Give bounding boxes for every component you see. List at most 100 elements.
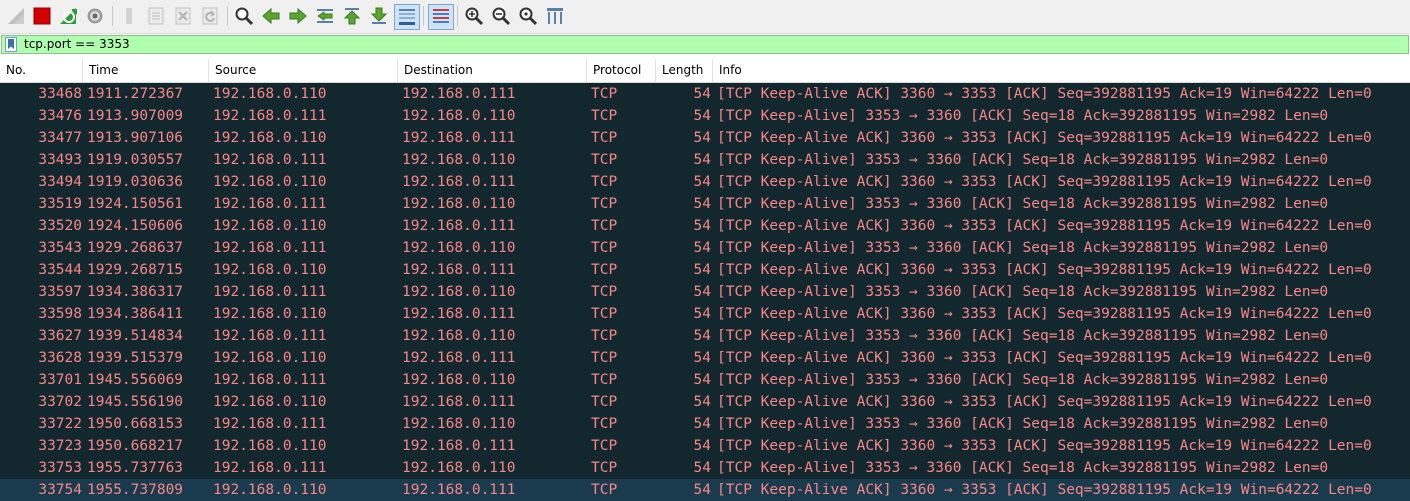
packet-time: 1945.556190 [87,394,184,410]
last-packet-icon[interactable] [369,6,389,26]
packet-info: [TCP Keep-Alive] 3353 → 3360 [ACK] Seq=1… [717,240,1329,256]
packet-row[interactable]: 33753 1955.737763 192.168.0.111 192.168.0.1… [0,457,1410,479]
packet-source: 192.168.0.111 [213,328,327,344]
packet-row[interactable]: 33544 1929.268715 192.168.0.110 192.168.0.1… [0,259,1410,281]
resize-columns-icon[interactable] [545,6,565,26]
normal-size-icon[interactable] [518,6,538,26]
packet-info: [TCP Keep-Alive ACK] 3360 → 3353 [ACK] S… [717,438,1372,454]
packet-protocol: TCP [591,328,618,344]
packet-protocol: TCP [591,174,618,190]
column-header-no[interactable]: No. [0,59,83,82]
packet-number: 33628 [38,350,82,366]
packet-protocol: TCP [591,416,618,432]
packet-row[interactable]: 33627 1939.514834 192.168.0.111 192.168.0.1… [0,325,1410,347]
packet-info: [TCP Keep-Alive] 3353 → 3360 [ACK] Seq=1… [717,416,1329,432]
packet-destination: 192.168.0.111 [402,130,516,146]
reload-file-icon[interactable] [200,6,220,26]
display-filter-input[interactable]: tcp.port == 3353 [1,35,1409,54]
column-header-source[interactable]: Source [209,59,398,82]
packet-row[interactable]: 33702 1945.556190 192.168.0.110 192.168.0.1… [0,391,1410,413]
packet-row[interactable]: 33754 1955.737809 192.168.0.110 192.168.0.1… [0,479,1410,501]
packet-destination: 192.168.0.110 [402,328,516,344]
packet-length: 54 [693,372,711,388]
packet-protocol: TCP [591,350,618,366]
packet-info: [TCP Keep-Alive ACK] 3360 → 3353 [ACK] S… [717,262,1372,278]
packet-row[interactable]: 33597 1934.386317 192.168.0.111 192.168.0.1… [0,281,1410,303]
packet-row[interactable]: 33543 1929.268637 192.168.0.111 192.168.0.1… [0,237,1410,259]
packet-time: 1924.150561 [87,196,184,212]
packet-protocol: TCP [591,262,618,278]
go-back-icon[interactable] [261,6,281,26]
packet-length: 54 [693,416,711,432]
packet-source: 192.168.0.111 [213,460,327,476]
packet-row[interactable]: 33519 1924.150561 192.168.0.111 192.168.0.1… [0,193,1410,215]
packet-protocol: TCP [591,240,618,256]
packet-number: 33754 [38,482,82,498]
packet-row[interactable]: 33477 1913.907106 192.168.0.110 192.168.0.1… [0,127,1410,149]
toolbar-separator [112,6,113,26]
packet-info: [TCP Keep-Alive ACK] 3360 → 3353 [ACK] S… [717,394,1372,410]
auto-scroll-icon[interactable] [394,4,420,30]
packet-protocol: TCP [591,284,618,300]
packet-row[interactable]: 33598 1934.386411 192.168.0.110 192.168.0.1… [0,303,1410,325]
stop-capture-icon[interactable] [32,6,52,26]
packet-row[interactable]: 33494 1919.030636 192.168.0.110 192.168.0.1… [0,171,1410,193]
packet-length: 54 [693,350,711,366]
packet-destination: 192.168.0.110 [402,108,516,124]
save-file-icon[interactable] [146,6,166,26]
display-filter-bar: tcp.port == 3353 [0,34,1410,55]
column-header-time[interactable]: Time [83,59,209,82]
packet-info: [TCP Keep-Alive] 3353 → 3360 [ACK] Seq=1… [717,372,1329,388]
packet-number: 33753 [38,460,82,476]
packet-info: [TCP Keep-Alive] 3353 → 3360 [ACK] Seq=1… [717,196,1329,212]
packet-row[interactable]: 33468 1911.272367 192.168.0.110 192.168.0.1… [0,83,1410,105]
packet-protocol: TCP [591,152,618,168]
packet-length: 54 [693,306,711,322]
column-header-destination[interactable]: Destination [398,59,587,82]
packet-list[interactable]: 33468 1911.272367 192.168.0.110 192.168.0.1… [0,83,1410,501]
packet-number: 33597 [38,284,82,300]
first-packet-icon[interactable] [342,6,362,26]
packet-source: 192.168.0.110 [213,130,327,146]
column-header-info[interactable]: Info [713,59,1410,82]
colorize-icon[interactable] [428,4,454,30]
close-file-icon[interactable] [173,6,193,26]
zoom-out-icon[interactable] [491,6,511,26]
packet-length: 54 [693,482,711,498]
packet-number: 33519 [38,196,82,212]
toolbar-separator [457,6,458,26]
packet-info: [TCP Keep-Alive ACK] 3360 → 3353 [ACK] S… [717,350,1372,366]
packet-length: 54 [693,438,711,454]
zoom-in-icon[interactable] [464,6,484,26]
packet-protocol: TCP [591,130,618,146]
packet-row[interactable]: 33722 1950.668153 192.168.0.111 192.168.0.1… [0,413,1410,435]
packet-row[interactable]: 33723 1950.668217 192.168.0.110 192.168.0.1… [0,435,1410,457]
packet-row[interactable]: 33628 1939.515379 192.168.0.110 192.168.0.1… [0,347,1410,369]
packet-info: [TCP Keep-Alive] 3353 → 3360 [ACK] Seq=1… [717,328,1329,344]
start-capture-icon[interactable] [6,6,26,26]
packet-source: 192.168.0.110 [213,438,327,454]
packet-row[interactable]: 33520 1924.150606 192.168.0.110 192.168.0.1… [0,215,1410,237]
capture-options-icon[interactable] [85,6,105,26]
packet-time: 1929.268637 [87,240,184,256]
packet-source: 192.168.0.110 [213,218,327,234]
packet-destination: 192.168.0.111 [402,218,516,234]
packet-row[interactable]: 33476 1913.907009 192.168.0.111 192.168.0.1… [0,105,1410,127]
packet-time: 1911.272367 [87,86,184,102]
packet-source: 192.168.0.110 [213,482,327,498]
packet-row[interactable]: 33701 1945.556069 192.168.0.111 192.168.0.1… [0,369,1410,391]
open-file-icon[interactable] [119,6,139,26]
packet-time: 1934.386411 [87,306,184,322]
packet-info: [TCP Keep-Alive ACK] 3360 → 3353 [ACK] S… [717,482,1372,498]
packet-row[interactable]: 33493 1919.030557 192.168.0.111 192.168.0.1… [0,149,1410,171]
column-header-protocol[interactable]: Protocol [587,59,656,82]
filter-bookmark-icon[interactable] [5,37,17,52]
restart-capture-icon[interactable] [58,6,78,26]
go-forward-icon[interactable] [288,6,308,26]
find-packet-icon[interactable] [234,6,254,26]
packet-protocol: TCP [591,218,618,234]
packet-time: 1919.030636 [87,174,184,190]
packet-length: 54 [693,196,711,212]
column-header-length[interactable]: Length [656,59,713,82]
go-to-packet-icon[interactable] [315,6,335,26]
